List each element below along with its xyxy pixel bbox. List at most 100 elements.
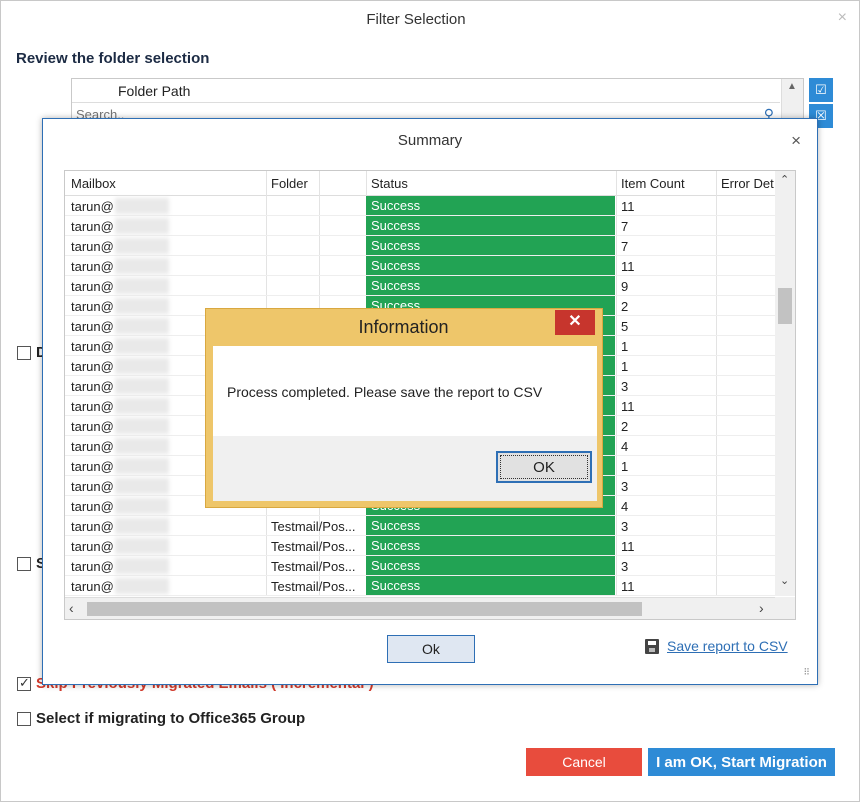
info-message-area: Process completed. Please save the repor… bbox=[213, 346, 597, 436]
scroll-right-icon[interactable]: › bbox=[759, 600, 764, 616]
info-message: Process completed. Please save the repor… bbox=[227, 384, 543, 400]
redacted-text bbox=[115, 418, 169, 434]
redacted-text bbox=[115, 578, 169, 594]
item-count-cell: 1 bbox=[621, 359, 629, 374]
folder-cell: Testmail/Pos... bbox=[271, 539, 356, 554]
info-ok-button[interactable]: OK bbox=[496, 451, 592, 483]
vertical-scroll-thumb[interactable] bbox=[778, 288, 792, 324]
redacted-text bbox=[115, 218, 169, 234]
item-count-cell: 11 bbox=[621, 399, 635, 414]
table-row[interactable]: tarun@ Testmail/Pos... Success 11 bbox=[65, 576, 775, 596]
option-checkbox-1[interactable] bbox=[17, 346, 31, 360]
horizontal-scrollbar[interactable]: ‹ › bbox=[65, 597, 775, 619]
scroll-up-icon[interactable]: ⌃ bbox=[780, 173, 789, 186]
folder-cell: Testmail/Pos... bbox=[271, 519, 356, 534]
item-count-cell: 3 bbox=[621, 559, 629, 574]
review-folder-label: Review the folder selection bbox=[16, 50, 210, 67]
item-count-cell: 3 bbox=[621, 519, 629, 534]
table-row[interactable]: tarun@ Success 7 bbox=[65, 236, 775, 256]
summary-title: Summary bbox=[397, 132, 463, 149]
table-row[interactable]: tarun@ Testmail/Pos... Success 3 bbox=[65, 556, 775, 576]
info-dialog-title: Information bbox=[358, 317, 449, 337]
redacted-text bbox=[115, 518, 169, 534]
table-row[interactable]: tarun@ Success 9 bbox=[65, 276, 775, 296]
status-cell: Success bbox=[366, 576, 615, 595]
mailbox-cell: tarun@ bbox=[71, 359, 114, 374]
redacted-text bbox=[115, 538, 169, 554]
item-count-cell: 7 bbox=[621, 239, 629, 254]
save-report-link[interactable]: Save report to CSV bbox=[645, 638, 788, 654]
redacted-text bbox=[115, 358, 169, 374]
mailbox-cell: tarun@ bbox=[71, 439, 114, 454]
folder-cell: Testmail/Pos... bbox=[271, 559, 356, 574]
column-header-folder[interactable]: Folder bbox=[271, 176, 308, 191]
mailbox-cell: tarun@ bbox=[71, 579, 114, 594]
vertical-scrollbar[interactable]: ⌃ ⌄ bbox=[775, 171, 795, 596]
status-cell: Success bbox=[366, 556, 615, 575]
item-count-cell: 1 bbox=[621, 339, 629, 354]
column-header-item-count[interactable]: Item Count bbox=[621, 176, 685, 191]
save-report-label[interactable]: Save report to CSV bbox=[667, 638, 788, 654]
item-count-cell: 1 bbox=[621, 459, 629, 474]
start-migration-button[interactable]: I am OK, Start Migration bbox=[648, 748, 835, 776]
info-close-button[interactable]: ✕ bbox=[555, 310, 595, 335]
column-header-status[interactable]: Status bbox=[371, 176, 408, 191]
mailbox-cell: tarun@ bbox=[71, 339, 114, 354]
select-all-button[interactable]: ☑ bbox=[809, 78, 833, 102]
status-cell: Success bbox=[366, 536, 615, 555]
mailbox-cell: tarun@ bbox=[71, 559, 114, 574]
incremental-checkbox[interactable] bbox=[17, 675, 31, 691]
resize-grip-icon[interactable]: ⠿ bbox=[803, 667, 810, 678]
close-icon[interactable]: × bbox=[838, 9, 847, 27]
table-row[interactable]: tarun@ Success 11 bbox=[65, 256, 775, 276]
item-count-cell: 9 bbox=[621, 279, 629, 294]
redacted-text bbox=[115, 438, 169, 454]
mailbox-cell: tarun@ bbox=[71, 279, 114, 294]
status-cell: Success bbox=[366, 236, 615, 255]
table-row[interactable]: tarun@ Testmail/Pos... Success 11 bbox=[65, 536, 775, 556]
mailbox-cell: tarun@ bbox=[71, 519, 114, 534]
table-row[interactable]: tarun@ Success 7 bbox=[65, 216, 775, 236]
redacted-text bbox=[115, 278, 169, 294]
folder-path-label: Folder Path bbox=[118, 83, 191, 99]
option-checkbox-2[interactable] bbox=[17, 557, 31, 571]
redacted-text bbox=[115, 238, 169, 254]
mailbox-cell: tarun@ bbox=[71, 219, 114, 234]
item-count-cell: 3 bbox=[621, 379, 629, 394]
table-row[interactable]: tarun@ Testmail/Pos... Success 3 bbox=[65, 516, 775, 536]
table-row[interactable]: tarun@ Success 11 bbox=[65, 196, 775, 216]
redacted-text bbox=[115, 378, 169, 394]
mailbox-cell: tarun@ bbox=[71, 199, 114, 214]
mailbox-cell: tarun@ bbox=[71, 259, 114, 274]
summary-ok-button[interactable]: Ok bbox=[387, 635, 475, 663]
item-count-cell: 4 bbox=[621, 499, 629, 514]
mailbox-cell: tarun@ bbox=[71, 499, 114, 514]
item-count-cell: 11 bbox=[621, 539, 635, 554]
item-count-cell: 11 bbox=[621, 579, 635, 594]
item-count-cell: 11 bbox=[621, 259, 635, 274]
scroll-up-icon[interactable]: ▲ bbox=[787, 81, 797, 92]
office365-group-checkbox[interactable] bbox=[17, 712, 31, 726]
scroll-down-icon[interactable]: ⌄ bbox=[780, 574, 789, 587]
redacted-text bbox=[115, 558, 169, 574]
mailbox-cell: tarun@ bbox=[71, 319, 114, 334]
item-count-cell: 11 bbox=[621, 199, 635, 214]
cancel-button[interactable]: Cancel bbox=[526, 748, 642, 776]
item-count-cell: 7 bbox=[621, 219, 629, 234]
redacted-text bbox=[115, 398, 169, 414]
status-cell: Success bbox=[366, 216, 615, 235]
horizontal-scroll-thumb[interactable] bbox=[87, 602, 642, 616]
scroll-left-icon[interactable]: ‹ bbox=[69, 600, 74, 616]
mailbox-cell: tarun@ bbox=[71, 299, 114, 314]
item-count-cell: 4 bbox=[621, 439, 629, 454]
redacted-text bbox=[115, 198, 169, 214]
column-header-error-details[interactable]: Error Det bbox=[721, 176, 774, 191]
redacted-text bbox=[115, 298, 169, 314]
summary-close-icon[interactable]: × bbox=[791, 131, 801, 151]
redacted-text bbox=[115, 318, 169, 334]
redacted-text bbox=[115, 498, 169, 514]
item-count-cell: 2 bbox=[621, 419, 629, 434]
redacted-text bbox=[115, 478, 169, 494]
column-header-mailbox[interactable]: Mailbox bbox=[71, 176, 116, 191]
item-count-cell: 5 bbox=[621, 319, 629, 334]
